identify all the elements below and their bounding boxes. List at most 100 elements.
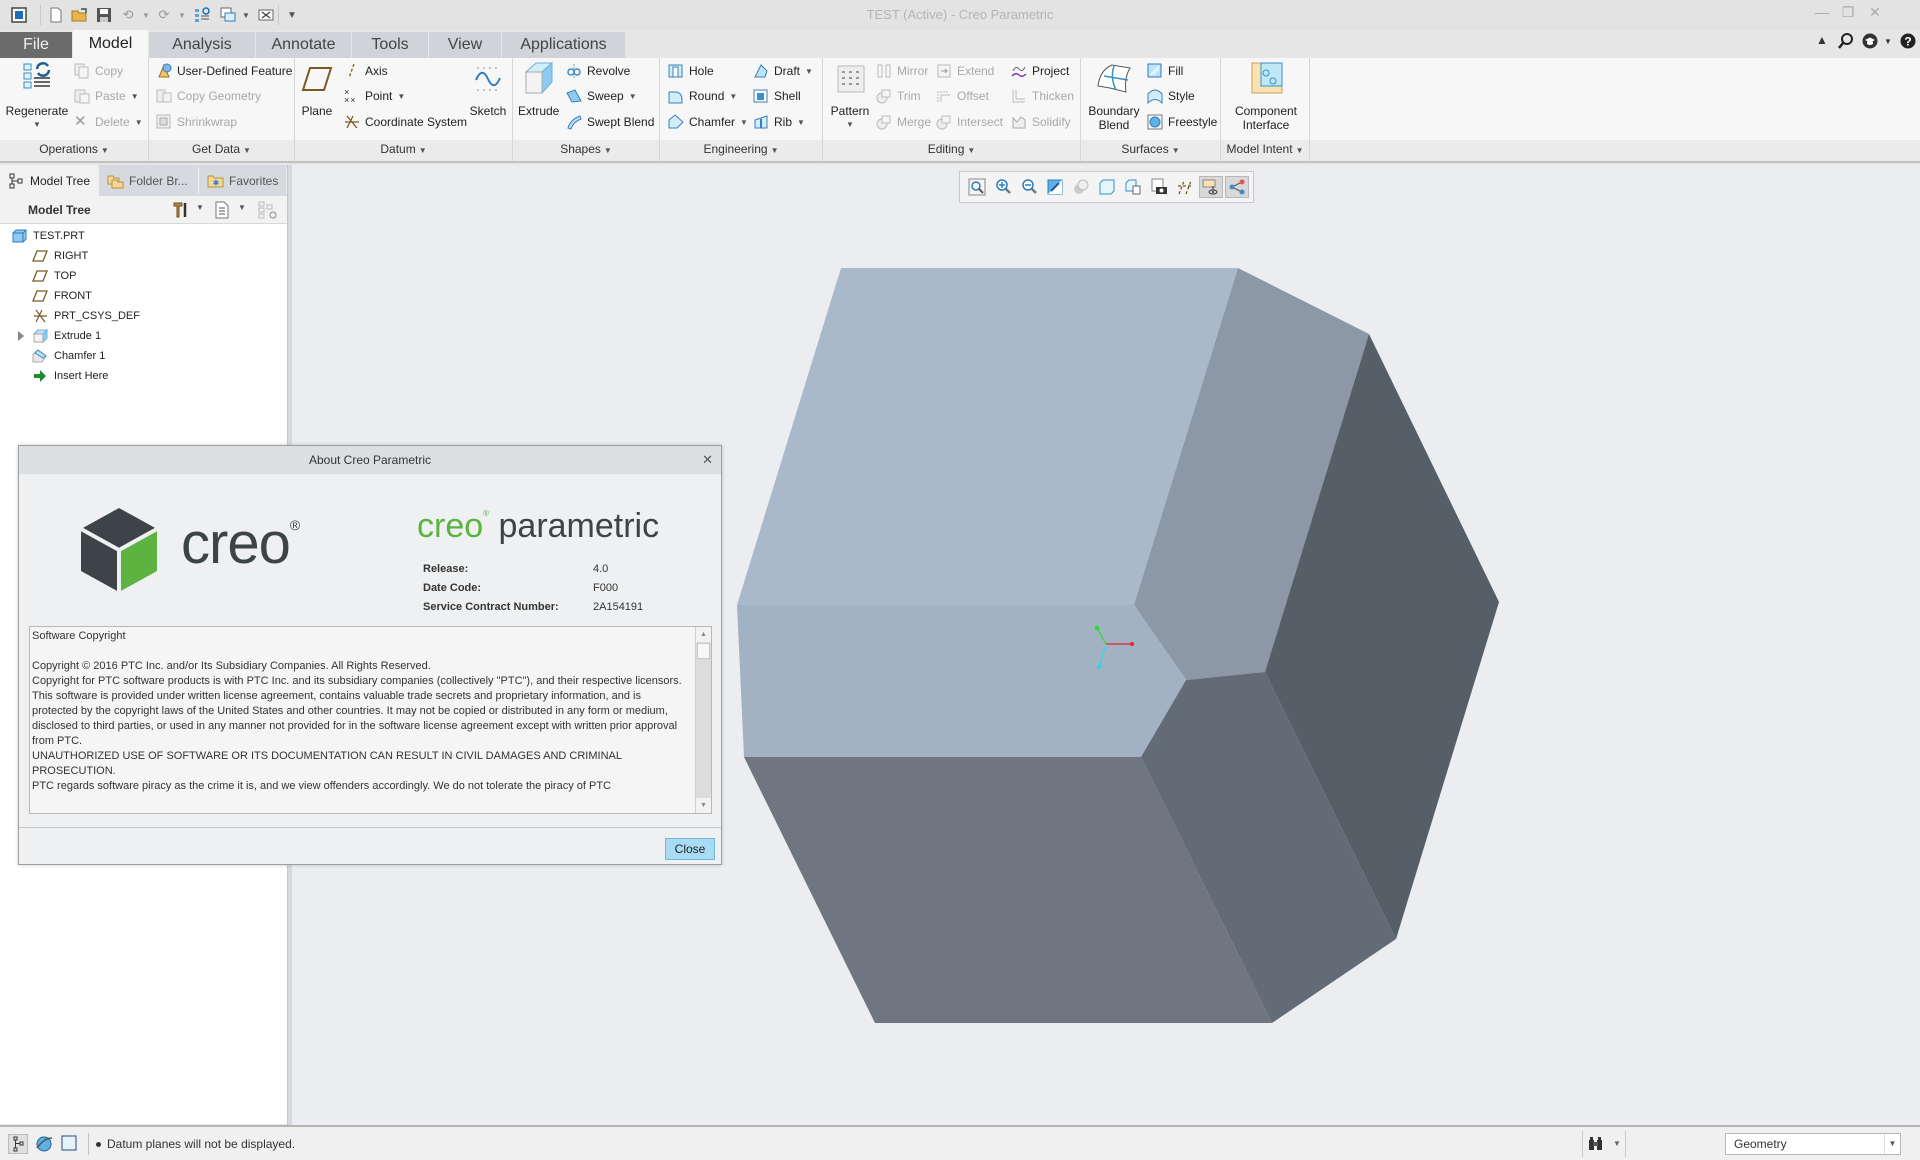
round-button[interactable]: Round ▼: [668, 85, 737, 107]
tab-view[interactable]: View: [429, 32, 502, 58]
minimize-button[interactable]: —: [1810, 4, 1834, 24]
rib-button[interactable]: Rib ▼: [753, 111, 805, 133]
regenerate-button[interactable]: Regenerate ▼: [4, 60, 70, 132]
sketch-button[interactable]: Sketch: [467, 60, 509, 118]
shrinkwrap-button[interactable]: Shrinkwrap: [156, 111, 237, 133]
thicken-button[interactable]: Thicken: [1011, 85, 1074, 107]
sweep-dropdown-icon[interactable]: ▼: [629, 92, 637, 101]
revolve-button[interactable]: Revolve: [566, 60, 630, 82]
license-text-area[interactable]: Software Copyright Copyright © 2016 PTC …: [29, 626, 712, 814]
tab-favorites[interactable]: ✱ Favorites: [199, 167, 287, 194]
settings-tools-icon[interactable]: [172, 201, 190, 222]
offset-button[interactable]: Offset: [936, 85, 989, 107]
find-button[interactable]: ▼: [1582, 1131, 1626, 1157]
named-views-icon[interactable]: [1121, 176, 1145, 198]
tab-applications[interactable]: Applications: [502, 32, 626, 58]
tree-node-right[interactable]: RIGHT: [32, 246, 88, 266]
group-label-engineering[interactable]: Engineering ▼: [660, 142, 822, 159]
navigator-toggle-icon[interactable]: [8, 1134, 28, 1154]
find-dropdown-icon[interactable]: ▼: [1613, 1139, 1621, 1148]
browser-toggle-icon[interactable]: [34, 1134, 54, 1154]
refit-icon[interactable]: [965, 176, 989, 198]
group-label-operations[interactable]: Operations ▼: [0, 142, 148, 159]
tab-analysis[interactable]: Analysis: [149, 32, 256, 58]
group-label-editing[interactable]: Editing ▼: [823, 142, 1080, 159]
view-manager-icon[interactable]: [1147, 176, 1171, 198]
tree-node-extrude-1[interactable]: Extrude 1: [18, 326, 101, 346]
tab-model-tree[interactable]: Model Tree: [0, 165, 99, 196]
point-button[interactable]: × ×× Point ▼: [344, 85, 405, 107]
draft-button[interactable]: Draft ▼: [753, 60, 813, 82]
minimize-ribbon-icon[interactable]: ▲: [1812, 33, 1832, 53]
expand-arrow-icon[interactable]: [18, 331, 24, 341]
copy-button[interactable]: Copy: [74, 60, 123, 82]
delete-button[interactable]: ✕ Delete ▼: [74, 111, 143, 133]
tab-model[interactable]: Model: [73, 30, 149, 58]
style-button[interactable]: Style: [1147, 85, 1195, 107]
user-defined-feature-button[interactable]: User-Defined Feature: [156, 60, 292, 82]
show-dropdown-icon[interactable]: ▼: [238, 203, 246, 212]
regenerate-dropdown-icon[interactable]: ▼: [4, 118, 70, 132]
close-button[interactable]: Close: [665, 838, 715, 860]
coordinate-system-button[interactable]: Coordinate System: [344, 111, 467, 133]
display-style-icon[interactable]: [1069, 176, 1093, 198]
axis-button[interactable]: Axis: [344, 60, 388, 82]
datum-display-icon[interactable]: [1173, 176, 1197, 198]
freestyle-button[interactable]: Freestyle: [1147, 111, 1217, 133]
show-tree-icon[interactable]: [214, 201, 230, 222]
mirror-button[interactable]: Mirror: [876, 60, 928, 82]
filter-dropdown-icon[interactable]: ▼: [1884, 1134, 1900, 1154]
help-icon[interactable]: ?: [1898, 33, 1918, 53]
dialog-close-icon[interactable]: ✕: [702, 446, 713, 474]
group-label-shapes[interactable]: Shapes ▼: [513, 142, 659, 159]
boundary-blend-button[interactable]: Boundary Blend: [1086, 60, 1142, 132]
plane-button[interactable]: Plane: [300, 60, 334, 118]
full-screen-icon[interactable]: [60, 1134, 80, 1154]
tree-node-top[interactable]: TOP: [32, 266, 76, 286]
zoom-out-icon[interactable]: [1017, 176, 1041, 198]
rib-dropdown-icon[interactable]: ▼: [797, 118, 805, 127]
scroll-thumb[interactable]: [697, 643, 710, 659]
tree-node-front[interactable]: FRONT: [32, 286, 92, 306]
delete-dropdown-icon[interactable]: ▼: [135, 118, 143, 127]
copy-geometry-button[interactable]: Copy Geometry: [156, 85, 261, 107]
tab-folder-browser[interactable]: Folder Br...: [99, 167, 199, 194]
selection-filter-dropdown[interactable]: Geometry ▼: [1725, 1133, 1901, 1155]
scroll-down-icon[interactable]: ▼: [696, 798, 711, 813]
component-interface-button[interactable]: Component Interface: [1227, 60, 1305, 132]
tree-node-insert-here[interactable]: Insert Here: [32, 366, 108, 386]
pattern-button[interactable]: Pattern ▼: [828, 60, 872, 132]
sweep-button[interactable]: Sweep ▼: [566, 85, 637, 107]
paste-dropdown-icon[interactable]: ▼: [131, 92, 139, 101]
paste-button[interactable]: Paste ▼: [74, 85, 139, 107]
restore-button[interactable]: ❐: [1836, 4, 1860, 24]
annotation-display-icon[interactable]: [1225, 176, 1249, 198]
spin-center-icon[interactable]: [1199, 176, 1223, 198]
tree-node-chamfer-1[interactable]: Chamfer 1: [32, 346, 105, 366]
learning-dropdown-icon[interactable]: ▼: [1878, 37, 1898, 57]
extrude-button[interactable]: Extrude: [518, 60, 559, 118]
group-label-surfaces[interactable]: Surfaces ▼: [1081, 142, 1220, 159]
tab-annotate[interactable]: Annotate: [256, 32, 352, 58]
group-label-model-intent[interactable]: Model Intent ▼: [1221, 142, 1309, 159]
extend-button[interactable]: Extend: [936, 60, 994, 82]
settings-dropdown-icon[interactable]: ▼: [196, 203, 204, 212]
tab-file[interactable]: File: [0, 32, 73, 58]
tree-node-test-prt[interactable]: TEST.PRT: [11, 226, 85, 246]
project-button[interactable]: Project: [1011, 60, 1069, 82]
point-dropdown-icon[interactable]: ▼: [397, 92, 405, 101]
license-scrollbar[interactable]: ▲ ▼: [695, 627, 711, 813]
swept-blend-button[interactable]: Swept Blend: [566, 111, 654, 133]
merge-button[interactable]: Merge: [876, 111, 931, 133]
group-label-datum[interactable]: Datum ▼: [295, 142, 512, 159]
saved-orientations-icon[interactable]: [1095, 176, 1119, 198]
search-icon[interactable]: [1836, 33, 1856, 53]
chamfer-dropdown-icon[interactable]: ▼: [740, 118, 748, 127]
tree-filter-icon[interactable]: [258, 201, 278, 222]
hole-button[interactable]: Hole: [668, 60, 714, 82]
group-label-get-data[interactable]: Get Data ▼: [149, 142, 294, 159]
round-dropdown-icon[interactable]: ▼: [729, 92, 737, 101]
tree-node-prt-csys-def[interactable]: PRT_CSYS_DEF: [32, 306, 140, 326]
trim-button[interactable]: Trim: [876, 85, 921, 107]
repaint-icon[interactable]: [1043, 176, 1067, 198]
